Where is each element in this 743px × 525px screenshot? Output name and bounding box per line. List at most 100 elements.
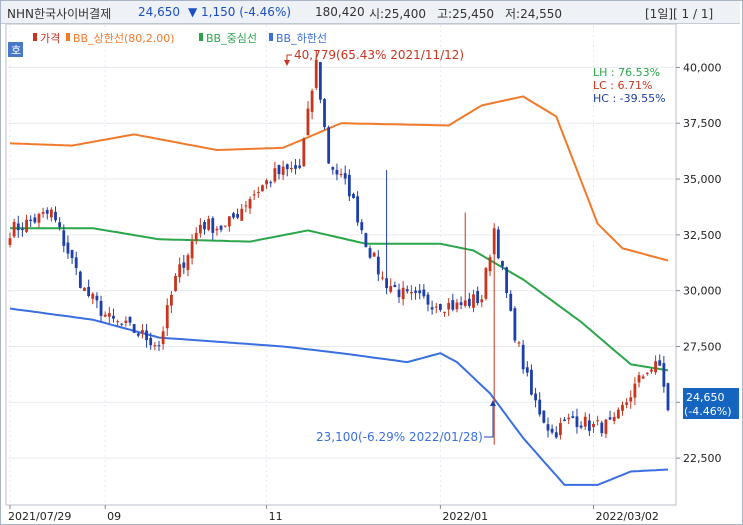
candle-body (136, 333, 140, 336)
candle-body (219, 225, 223, 230)
y-tick-label: 35,000 (683, 173, 722, 186)
candle-body (616, 409, 620, 419)
candle-body (277, 165, 281, 175)
candle-body (25, 219, 28, 232)
candle-body (87, 286, 91, 297)
candle-body (157, 345, 161, 347)
candle-body (368, 248, 372, 258)
candle-body (203, 222, 206, 230)
candle-body (74, 257, 78, 269)
candle-body (571, 416, 575, 418)
candle-body (596, 420, 600, 422)
candle-body (534, 393, 537, 401)
candle[interactable] (542, 410, 546, 424)
candle-body (83, 287, 86, 291)
candle-body (294, 165, 297, 169)
candle[interactable] (318, 61, 322, 104)
candle-body (666, 383, 670, 411)
candle-body (335, 169, 339, 175)
candle-body (290, 168, 293, 170)
candle-body (401, 287, 405, 300)
candle-body (103, 314, 107, 317)
candle-body (637, 375, 641, 383)
candle-body (215, 228, 219, 231)
candle-body (207, 218, 211, 230)
candle-body (62, 230, 66, 246)
candle-body (58, 222, 62, 228)
candle-body (91, 293, 95, 299)
x-axis: 2021/07/29 09 11 2022/01 2022/03/02 (8, 505, 659, 523)
candle-body (629, 397, 633, 402)
candle-body (658, 360, 662, 366)
candle-body (145, 330, 148, 341)
candle[interactable] (261, 184, 264, 192)
candle-body (273, 168, 277, 182)
candle-body (513, 308, 517, 341)
candle-body (356, 196, 360, 223)
candle[interactable] (484, 266, 488, 301)
candle[interactable] (78, 270, 82, 289)
candle-body (645, 372, 649, 374)
legend-badge-label: 호 (11, 44, 21, 57)
candle-body (165, 305, 169, 329)
candle-body (621, 404, 624, 411)
legend-lower-band[interactable]: BB_하한선 (276, 31, 327, 45)
x-tick-label: 2021/07/29 (8, 510, 71, 523)
candle-body (521, 344, 525, 370)
candlestick-chart: 22,50025,00027,50030,00032,50035,00037,5… (5, 23, 739, 523)
candle[interactable] (496, 226, 500, 260)
candle-body (397, 289, 401, 298)
x-tick-label: 2022/01 (442, 510, 488, 523)
candle-body (517, 342, 521, 344)
legend-price[interactable]: 가격 (40, 32, 60, 45)
candle-body (265, 180, 268, 185)
candle-body (236, 214, 240, 218)
middle-band-legend-swatch (199, 33, 203, 41)
candle[interactable] (364, 232, 368, 248)
candle[interactable] (521, 340, 525, 374)
candle-body (112, 315, 115, 319)
last-price: 24,650 (686, 391, 725, 404)
candle-body (256, 192, 260, 194)
candle-body (559, 423, 562, 435)
candle-body (550, 428, 554, 433)
candle-body (174, 275, 177, 292)
candle[interactable] (327, 125, 331, 164)
candle-body (364, 233, 368, 247)
candle-body (451, 300, 455, 310)
candle-body (149, 337, 153, 346)
candle-body (153, 345, 157, 347)
candle-body (298, 165, 302, 168)
stat-lc: LC : 6.71% (593, 79, 652, 92)
candle-body (33, 217, 37, 223)
y-tick-label: 37,500 (683, 117, 722, 130)
last-price-change: (-4.46%) (684, 405, 732, 418)
candle-body (194, 232, 198, 241)
candle-body (525, 367, 529, 373)
candle-body (426, 294, 430, 305)
candle-body (161, 331, 165, 345)
candle-body (633, 383, 637, 398)
candle-body (327, 127, 331, 164)
candle-body (8, 238, 12, 245)
candle-body (12, 222, 16, 237)
candle[interactable] (302, 137, 306, 168)
candle-body (120, 323, 124, 325)
candle-body (530, 369, 533, 395)
candle-body (459, 302, 463, 305)
candle-body (389, 286, 393, 292)
candle[interactable] (513, 306, 517, 343)
candle-body (314, 59, 318, 88)
candle-body (343, 173, 347, 179)
candle[interactable] (356, 191, 360, 226)
candle-body (41, 212, 45, 214)
legend-upper-band[interactable]: BB_상한선(80,2.00) (73, 32, 175, 45)
candle-body (310, 90, 314, 112)
candle-body (467, 298, 471, 306)
candle-body (505, 267, 509, 293)
x-tick-label: 09 (107, 510, 121, 523)
legend-middle-band[interactable]: BB_중심선 (206, 32, 257, 45)
candle[interactable] (132, 324, 136, 333)
candle[interactable] (666, 382, 670, 412)
candle[interactable] (323, 98, 326, 130)
